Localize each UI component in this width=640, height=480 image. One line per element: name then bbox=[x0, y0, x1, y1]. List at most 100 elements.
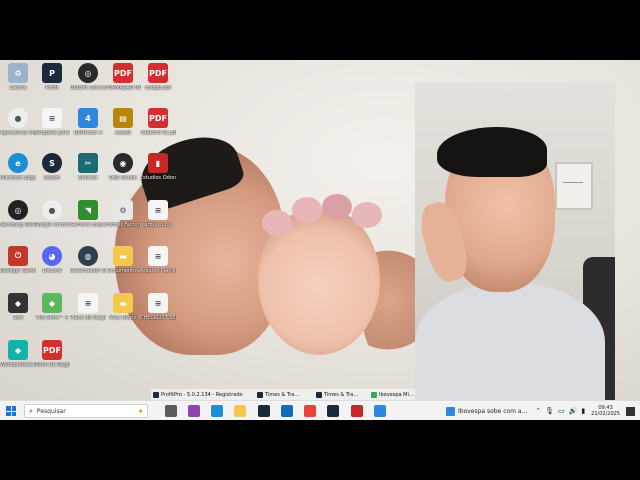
taskbar-app-button[interactable] bbox=[349, 404, 365, 418]
sims-icon: ◆ bbox=[42, 293, 62, 313]
ubisoft-icon: ◎ bbox=[78, 63, 98, 83]
desktop-icon[interactable]: ⚙ Format Factory bbox=[105, 200, 141, 228]
text-file-icon: ≡ bbox=[148, 246, 168, 266]
folder-icon: ▬ bbox=[113, 293, 133, 313]
taskbar-app-button[interactable] bbox=[186, 404, 202, 418]
taskbar-app-button[interactable] bbox=[163, 404, 179, 418]
desktop-icon-label: Samsung DeX Web Client bbox=[0, 222, 36, 228]
profit-icon bbox=[327, 405, 339, 417]
desktop-icon[interactable]: ≡ CHECKLIST SEGURANÇA bbox=[140, 293, 176, 321]
network-app-icon bbox=[374, 405, 386, 417]
desktop-icon[interactable]: ◆ Soft bbox=[0, 293, 36, 321]
desktop-icon-label: Microsoft Edge bbox=[0, 175, 36, 181]
desktop-icon-label: CHECKLIST SEGURANÇA bbox=[140, 315, 176, 321]
desktop-icon[interactable]: ◎ Samsung DeX Web Client bbox=[0, 200, 36, 228]
notification-center-icon[interactable] bbox=[626, 406, 635, 416]
desktop-icon[interactable]: ≡ Arquivo Planilha bbox=[140, 246, 176, 274]
profit-icon: P bbox=[42, 63, 62, 83]
desktop-icon[interactable]: ✂ Shotcut bbox=[70, 153, 106, 181]
desktop-icon[interactable]: ● Aplicativos Instalados bbox=[0, 108, 36, 136]
thumbnail-title: Times & Tra… bbox=[257, 391, 299, 399]
desktop-icon-label: casadi bbox=[114, 130, 132, 136]
desktop-icon[interactable]: PDF codigo.pdf bbox=[140, 63, 176, 91]
pdf-icon: PDF bbox=[42, 340, 62, 360]
desktop-icon[interactable]: ▤ casadi bbox=[105, 108, 141, 136]
news-widget[interactable]: Ibovespa sobe com a… bbox=[446, 404, 528, 418]
desktop-icon-label: Arquivo Planilha bbox=[140, 268, 176, 274]
filmora-icon: ◆ bbox=[8, 340, 28, 360]
desktop-icon[interactable]: e Microsoft Edge bbox=[0, 153, 36, 181]
microphone-icon[interactable]: 🎙 bbox=[545, 407, 554, 415]
desktop-icon-label: FORMAÇÃO INTEGRADA… bbox=[105, 85, 141, 91]
desktop-icon[interactable]: P Profit bbox=[34, 63, 70, 91]
obs-icon: ◉ bbox=[113, 153, 133, 173]
desktop-icon[interactable]: ▬ Documentos bbox=[105, 246, 141, 274]
wall-picture-frame bbox=[555, 162, 593, 210]
desktop-icon-label: Template para TCC… bbox=[34, 130, 70, 136]
taskbar-app-button[interactable] bbox=[325, 404, 341, 418]
taskbar-app-button[interactable] bbox=[209, 404, 225, 418]
desktop-icon-label: Shotcut bbox=[78, 175, 98, 181]
news-icon bbox=[446, 406, 455, 416]
desktop-icon[interactable]: ◥ GeForce Experience bbox=[70, 200, 106, 228]
search-highlight-icon: ✦ bbox=[137, 406, 144, 416]
dex-icon: ◎ bbox=[8, 200, 28, 220]
desktop-icon-label: arquivo.txt bbox=[144, 222, 172, 228]
desktop-icon-label: Discord bbox=[42, 268, 62, 274]
thumbnail-window[interactable]: Times & Tra… bbox=[255, 389, 311, 400]
person-hair bbox=[437, 127, 547, 177]
desktop-icon-label: Plano de Negócio bbox=[70, 315, 106, 321]
taskbar-app-button[interactable] bbox=[279, 404, 295, 418]
battery-icon[interactable]: ▮ bbox=[581, 407, 585, 415]
desktop-icon[interactable]: PDF Plano de Negócio.pdf bbox=[34, 340, 70, 368]
search-icon: ⌕ bbox=[29, 406, 33, 415]
desktop-icon-label: BetMinds 4 bbox=[74, 130, 102, 136]
folder-icon: ▬ bbox=[113, 246, 133, 266]
desktop-icon-label: Gerenciador Dados Kalo bbox=[70, 268, 106, 274]
profit-icon bbox=[153, 392, 159, 398]
news-headline: Ibovespa sobe com a… bbox=[458, 407, 528, 415]
search-placeholder: Pesquisar bbox=[36, 407, 66, 415]
profit-icon bbox=[316, 392, 322, 398]
thumbnail-window[interactable]: Times & Tra… bbox=[314, 389, 366, 400]
thumbnail-window[interactable]: Ibovespa Mi… bbox=[369, 389, 415, 400]
start-button[interactable] bbox=[4, 404, 18, 418]
taskbar-app-button[interactable] bbox=[372, 404, 388, 418]
taskbar-app-button[interactable] bbox=[232, 404, 248, 418]
network-icon[interactable]: ▭ bbox=[558, 407, 565, 415]
taskbar-search-box[interactable]: ⌕ Pesquisar ✦ bbox=[24, 404, 148, 418]
desktop-icon[interactable]: ◆ The Sims™ 4 bbox=[34, 293, 70, 321]
desktop-icon[interactable]: ⏻ Desligar Gerenciador bbox=[0, 246, 36, 274]
chevron-up-icon[interactable]: ⌃ bbox=[535, 407, 541, 415]
desktop-icon[interactable]: ◎ Ubisoft Connect bbox=[70, 63, 106, 91]
desktop-icon[interactable]: 4 BetMinds 4 bbox=[70, 108, 106, 136]
desktop-icon[interactable]: ♻ Lixeira bbox=[0, 63, 36, 91]
desktop-icon[interactable]: ◆ Wondershare Filmora 12 bbox=[0, 340, 36, 368]
desktop-icon[interactable]: PDF FORMAÇÃO INTEGRADA… bbox=[105, 63, 141, 91]
desktop-icon[interactable]: ▬ Meu Diário bbox=[105, 293, 141, 321]
text-file-icon: ≡ bbox=[148, 200, 168, 220]
clock[interactable]: 09:43 21/02/2025 bbox=[591, 405, 620, 417]
winrar-icon: ▤ bbox=[113, 108, 133, 128]
pdf-icon: PDF bbox=[148, 108, 168, 128]
desktop-icon[interactable]: ◕ Discord bbox=[34, 246, 70, 274]
wallpaper-flower bbox=[322, 194, 352, 220]
desktop-icon-label: Desligar Gerenciador bbox=[0, 268, 36, 274]
desktop-icon[interactable]: ◍ Gerenciador Dados Kalo bbox=[70, 246, 106, 274]
desktop-icon[interactable]: ▮ Estudios Odonto bbox=[140, 153, 176, 181]
desktop-icon[interactable]: ◉ OBS Studio bbox=[105, 153, 141, 181]
taskbar-app-button[interactable] bbox=[256, 404, 272, 418]
desktop-icon[interactable]: ≡ Plano de Negócio bbox=[70, 293, 106, 321]
desktop-icon[interactable]: S Steam bbox=[34, 153, 70, 181]
volume-icon[interactable]: 🔊 bbox=[569, 407, 578, 415]
thumbnail-window[interactable]: ProfitPro - 5.0.2.134 - Registrado bbox=[151, 389, 251, 400]
system-tray: ⌃ 🎙 ▭ 🔊 ▮ 09:43 21/02/2025 bbox=[533, 401, 640, 421]
desktop-icon[interactable]: ● Google Chrome bbox=[34, 200, 70, 228]
chrome-icon: ● bbox=[8, 108, 28, 128]
desktop-icon[interactable]: ≡ Template para TCC… bbox=[34, 108, 70, 136]
desktop-icon[interactable]: PDF relatório 01.pdf bbox=[140, 108, 176, 136]
desktop-icon[interactable]: ≡ arquivo.txt bbox=[140, 200, 176, 228]
task-view-icon bbox=[165, 405, 177, 417]
taskbar-app-button[interactable] bbox=[302, 404, 318, 418]
folder-icon: ▮ bbox=[148, 153, 168, 173]
